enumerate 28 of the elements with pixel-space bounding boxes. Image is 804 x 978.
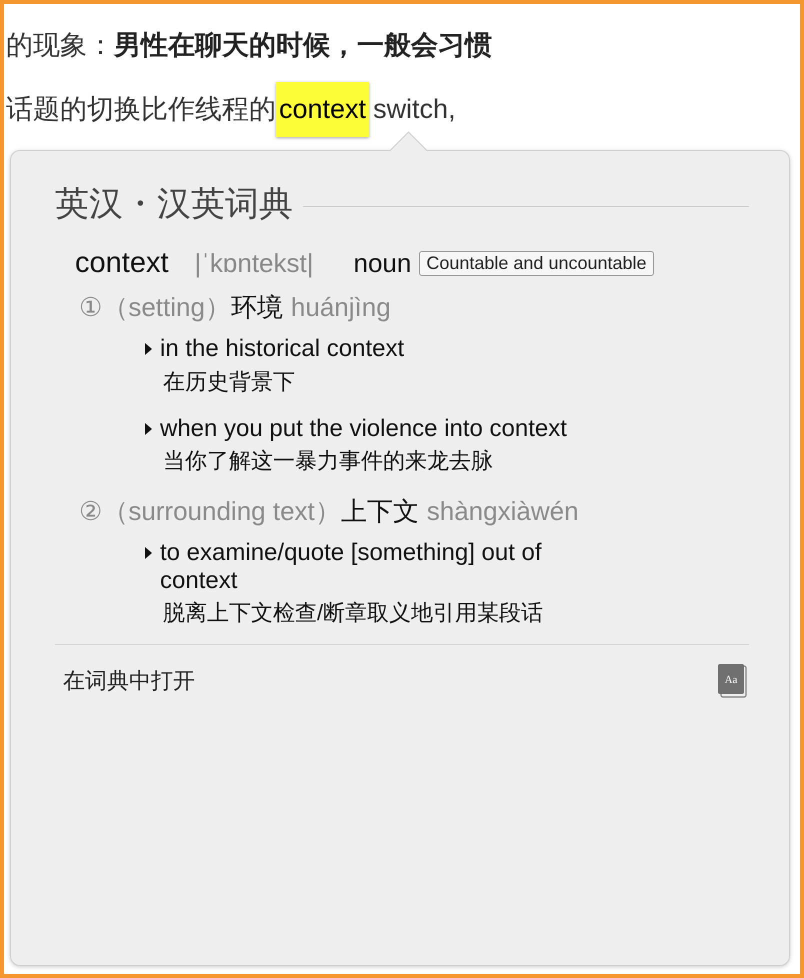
article-text: 的现象：男性在聊天的时候，一般会习惯 xyxy=(6,29,492,62)
pronunciation: |ˈkɒntekst| xyxy=(194,248,314,279)
sense-gloss: （surrounding text） xyxy=(102,495,341,528)
sense-translation: 环境 xyxy=(230,291,283,324)
pinyin: shàngxiàwén xyxy=(426,496,579,528)
sense-number: ② xyxy=(79,496,102,528)
sense-translation: 上下文 xyxy=(340,495,419,528)
sense-gloss: （setting） xyxy=(102,291,231,324)
example-sentence: in the historical context xyxy=(160,335,404,363)
example-translation: 脱离上下文检查/断章取义地引用某段话 xyxy=(163,599,544,628)
part-of-speech: noun xyxy=(354,248,412,279)
grammar-tag: Countable and uncountable xyxy=(419,251,654,276)
example-sentence: when you put the violence into context xyxy=(160,414,567,442)
caret-icon xyxy=(145,422,152,435)
pinyin: huánjìng xyxy=(290,292,391,323)
highlighted-word: context xyxy=(276,82,370,136)
example-translation: 当你了解这一暴力事件的来龙去脉 xyxy=(163,447,494,476)
caret-icon xyxy=(145,547,152,560)
sense-number: ① xyxy=(79,292,102,323)
caret-icon xyxy=(145,343,152,355)
dictionary-book-icon[interactable]: Aa xyxy=(717,663,749,700)
example-sentence: to examine/quote [something] out of context xyxy=(160,539,543,594)
article-text: switch, xyxy=(373,94,456,124)
article-text: 话题的切换比作线程的 xyxy=(6,93,276,126)
dictionary-title: 英汉・汉英词典 xyxy=(55,184,293,225)
headword: context xyxy=(75,247,168,280)
example-translation: 在历史背景下 xyxy=(163,368,296,396)
open-in-dictionary-link[interactable]: 在词典中打开 xyxy=(63,666,195,696)
